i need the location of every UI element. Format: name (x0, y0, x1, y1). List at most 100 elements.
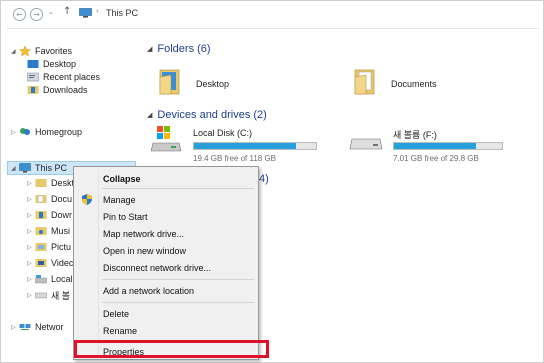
devices-section-title[interactable]: ◢ Devices and drives (2) (147, 109, 267, 121)
drive-icon[interactable] (151, 125, 183, 155)
expand-arrow-icon[interactable]: ◢ (11, 165, 19, 172)
videos-folder-icon (35, 259, 47, 267)
up-arrow-icon[interactable]: ↑ (63, 6, 71, 17)
nav-recent-places[interactable]: Recent places (27, 71, 100, 83)
menu-item-manage[interactable]: Manage (103, 195, 136, 205)
drive-c-label[interactable]: Local Disk (C:) (193, 128, 252, 138)
desktop-icon (27, 60, 39, 68)
nav-homegroup[interactable]: ▷ Homegroup (11, 126, 82, 138)
folder-icon[interactable] (354, 67, 376, 95)
section-label: Devices and drives (2) (157, 109, 267, 121)
nav-label: Desktop (43, 59, 77, 69)
nav-label: 새 볼 (51, 290, 71, 301)
properties-highlight-box (74, 340, 269, 358)
computer-icon (19, 163, 31, 173)
forward-arrow-icon[interactable]: → (30, 8, 43, 21)
drive-f-label[interactable]: 새 볼륨 (F:) (393, 128, 437, 141)
nav-label: Recent places (43, 72, 101, 82)
menu-separator (102, 302, 254, 303)
collapsed-arrow-icon[interactable]: ▷ (27, 244, 35, 251)
folder-desktop-label[interactable]: Desktop (196, 79, 229, 89)
drive-c-usage-bar (193, 142, 317, 150)
shield-icon (82, 194, 92, 205)
nav-child[interactable]: ▷ Deskt (27, 177, 74, 189)
breadcrumb-this-pc[interactable]: This PC (106, 8, 138, 18)
drive-c-free-space: 19.4 GB free of 118 GB (193, 154, 277, 163)
star-icon (19, 46, 31, 56)
nav-this-pc[interactable]: ◢ This PC (11, 162, 67, 174)
recent-places-icon (27, 72, 39, 82)
documents-folder-icon (35, 195, 47, 203)
homegroup-icon (20, 128, 30, 135)
menu-item-collapse[interactable]: Collapse (103, 174, 141, 184)
recent-locations-dropdown-icon[interactable]: ⌄ (48, 8, 54, 16)
usage-fill (194, 143, 297, 149)
menu-item-delete[interactable]: Delete (103, 309, 129, 319)
nav-desktop[interactable]: Desktop (27, 58, 76, 70)
computer-icon (79, 8, 92, 18)
nav-label: Favorites (35, 46, 73, 56)
menu-item-add-network-location[interactable]: Add a network location (103, 286, 194, 296)
collapsed-arrow-icon[interactable]: ▷ (27, 260, 35, 267)
nav-label: Pictu (51, 242, 72, 252)
drive-icon (35, 292, 47, 299)
nav-label: Homegroup (35, 127, 83, 137)
nav-label: Networ (35, 322, 64, 332)
folder-documents-label[interactable]: Documents (391, 79, 437, 89)
menu-gutter (98, 169, 99, 357)
menu-separator (102, 188, 254, 189)
menu-item-open-new-window[interactable]: Open in new window (103, 246, 186, 256)
collapsed-arrow-icon[interactable]: ▷ (11, 129, 19, 136)
music-folder-icon (35, 227, 47, 235)
desktop-folder-icon (35, 179, 47, 187)
nav-label: Deskt (51, 178, 75, 188)
nav-child[interactable]: ▷ Pictu (27, 241, 71, 253)
collapsed-arrow-icon[interactable]: ▷ (27, 292, 35, 299)
section-label: Folders (6) (157, 43, 211, 55)
collapsed-arrow-icon[interactable]: ▷ (11, 324, 19, 331)
nav-network[interactable]: ▷ Networ (11, 321, 64, 333)
menu-item-pin-to-start[interactable]: Pin to Start (103, 212, 148, 222)
nav-favorites[interactable]: ◢ Favorites (11, 45, 72, 57)
pictures-folder-icon (35, 243, 47, 251)
address-bar: ← → ⌄ ↑ › This PC (7, 3, 539, 29)
collapsed-arrow-icon[interactable]: ▷ (27, 228, 35, 235)
downloads-icon (27, 86, 39, 94)
context-menu: Collapse Manage Pin to Start Map network… (73, 166, 259, 360)
menu-item-disconnect-network-drive[interactable]: Disconnect network drive... (103, 263, 211, 273)
folder-icon[interactable] (159, 67, 181, 95)
menu-separator (102, 279, 254, 280)
nav-label: Musi (51, 226, 71, 236)
expand-arrow-icon[interactable]: ◢ (11, 48, 19, 55)
explorer-window: ← → ⌄ ↑ › This PC ◢ Favorites Desktop Re… (0, 0, 544, 363)
menu-item-rename[interactable]: Rename (103, 326, 137, 336)
nav-child[interactable]: ▷ Videc (27, 257, 73, 269)
nav-child[interactable]: ▷ Musi (27, 225, 70, 237)
drive-icon[interactable] (349, 135, 383, 153)
nav-label: Local (51, 274, 73, 284)
network-icon (19, 324, 31, 330)
drive-icon (35, 275, 47, 284)
nav-label: Dowr (51, 210, 73, 220)
nav-label: Videc (51, 258, 74, 268)
collapsed-arrow-icon[interactable]: ▷ (27, 212, 35, 219)
nav-label: Downloads (43, 85, 88, 95)
back-arrow-icon[interactable]: ← (13, 8, 26, 21)
collapsed-arrow-icon[interactable]: ▷ (27, 196, 35, 203)
breadcrumb-separator: › (96, 7, 99, 15)
collapse-section-icon[interactable]: ◢ (147, 45, 152, 53)
folders-section-title[interactable]: ◢ Folders (6) (147, 43, 211, 55)
collapse-section-icon[interactable]: ◢ (147, 111, 152, 119)
nav-label: This PC (35, 163, 68, 173)
collapsed-arrow-icon[interactable]: ▷ (27, 276, 35, 283)
menu-item-map-network-drive[interactable]: Map network drive... (103, 229, 184, 239)
nav-child[interactable]: ▷ Dowr (27, 209, 72, 221)
nav-child[interactable]: ▷ Local (27, 273, 73, 285)
nav-child[interactable]: ▷ Docu (27, 193, 72, 205)
usage-fill (394, 143, 477, 149)
drive-f-usage-bar (393, 142, 503, 150)
nav-child[interactable]: ▷ 새 볼 (27, 289, 70, 301)
collapsed-arrow-icon[interactable]: ▷ (27, 180, 35, 187)
nav-downloads[interactable]: Downloads (27, 84, 88, 96)
nav-label: Docu (51, 194, 73, 204)
